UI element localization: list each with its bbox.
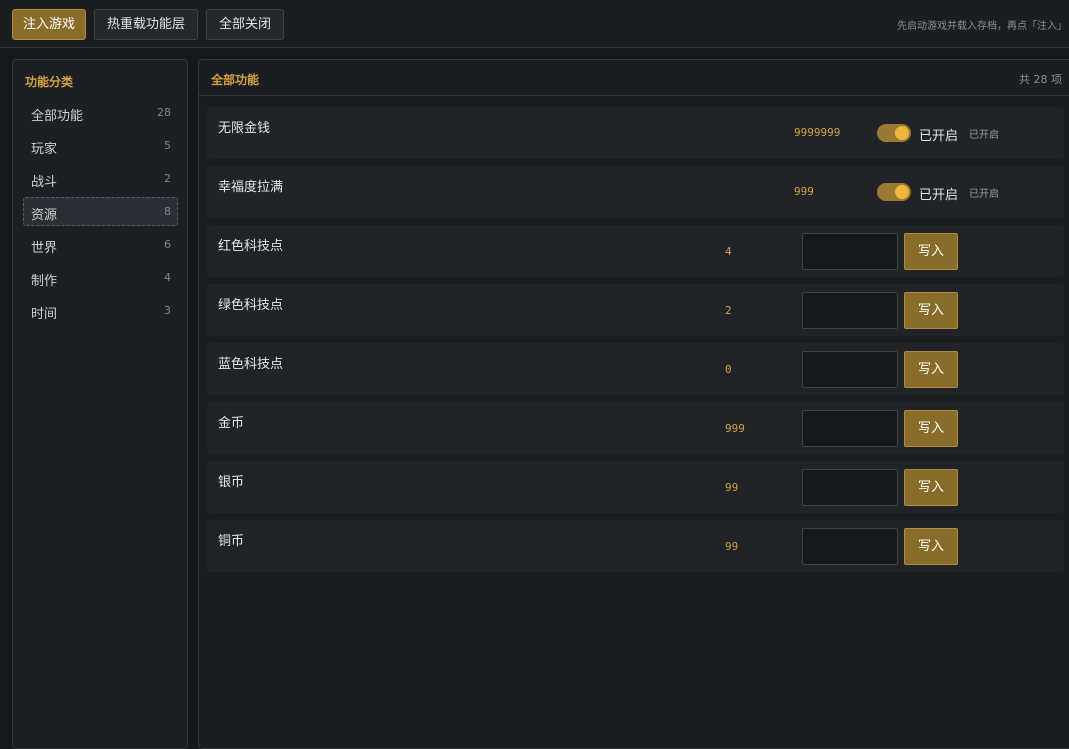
feature-row-green-tech: 绿色科技点 2 写入 xyxy=(207,284,1064,336)
write-button[interactable]: 写入 xyxy=(904,469,958,506)
feature-value: 99 xyxy=(725,540,739,553)
feature-name: 幸福度拉满 xyxy=(218,180,284,195)
sidebar-item-count: 3 xyxy=(164,304,171,317)
feature-row-red-tech: 红色科技点 4 写入 xyxy=(207,225,1064,277)
write-button[interactable]: 写入 xyxy=(904,292,958,329)
sidebar-item-resources[interactable]: 资源 8 xyxy=(23,197,178,226)
sidebar-item-world[interactable]: 世界 6 xyxy=(23,230,178,259)
value-input[interactable] xyxy=(802,469,898,506)
sidebar-item-label: 时间 xyxy=(31,307,58,322)
panel-title: 全部功能 xyxy=(211,73,260,87)
status-text: 已开启 xyxy=(969,130,999,141)
hot-reload-button[interactable]: 热重载功能层 xyxy=(94,9,198,40)
inject-game-button[interactable]: 注入游戏 xyxy=(12,9,86,40)
sidebar-item-all[interactable]: 全部功能 28 xyxy=(23,98,178,127)
value-input[interactable] xyxy=(802,292,898,329)
feature-row-blue-tech: 蓝色科技点 0 写入 xyxy=(207,343,1064,395)
toggle-knob xyxy=(895,126,909,140)
feature-name: 红色科技点 xyxy=(218,239,284,254)
sidebar-item-label: 制作 xyxy=(31,274,58,289)
feature-value: 4 xyxy=(725,245,732,258)
feature-value: 999 xyxy=(725,422,745,435)
feature-row-max-happiness: 幸福度拉满 999 已开启 已开启 xyxy=(207,166,1064,218)
value-input[interactable] xyxy=(802,233,898,270)
sidebar-item-time[interactable]: 时间 3 xyxy=(23,296,178,325)
close-all-button[interactable]: 全部关闭 xyxy=(206,9,284,40)
feature-row-gold: 金币 999 写入 xyxy=(207,402,1064,454)
status-text: 已开启 xyxy=(969,189,999,200)
feature-value: 9999999 xyxy=(794,126,841,139)
toolbar-hint: 先启动游戏并载入存档，再点「注入」 xyxy=(897,21,1067,32)
write-button[interactable]: 写入 xyxy=(904,410,958,447)
panel-header: 全部功能 共 28 项 xyxy=(199,60,1069,96)
toggle-knob xyxy=(895,185,909,199)
feature-toggle[interactable] xyxy=(877,183,911,201)
feature-name: 银币 xyxy=(218,475,245,490)
write-button[interactable]: 写入 xyxy=(904,351,958,388)
write-button[interactable]: 写入 xyxy=(904,528,958,565)
feature-toggle[interactable] xyxy=(877,124,911,142)
sidebar-item-count: 5 xyxy=(164,139,171,152)
feature-name: 金币 xyxy=(218,416,245,431)
toggle-label: 已开启 xyxy=(919,129,959,144)
sidebar-item-player[interactable]: 玩家 5 xyxy=(23,131,178,160)
feature-value: 0 xyxy=(725,363,732,376)
value-input[interactable] xyxy=(802,410,898,447)
feature-count: 共 28 项 xyxy=(1019,73,1062,86)
feature-value: 999 xyxy=(794,185,814,198)
value-input[interactable] xyxy=(802,351,898,388)
sidebar-item-crafting[interactable]: 制作 4 xyxy=(23,263,178,292)
top-toolbar: 注入游戏 热重载功能层 全部关闭 先启动游戏并载入存档，再点「注入」 xyxy=(0,0,1069,48)
sidebar-item-count: 8 xyxy=(164,205,171,218)
sidebar-item-count: 28 xyxy=(157,106,171,119)
sidebar-item-label: 资源 xyxy=(31,208,58,223)
feature-value: 2 xyxy=(725,304,732,317)
feature-row-infinite-money: 无限金钱 9999999 已开启 已开启 xyxy=(207,107,1064,159)
feature-name: 铜币 xyxy=(218,534,245,549)
feature-row-silver: 银币 99 写入 xyxy=(207,461,1064,513)
sidebar-item-count: 6 xyxy=(164,238,171,251)
sidebar-item-label: 玩家 xyxy=(31,142,58,157)
feature-name: 无限金钱 xyxy=(218,121,271,136)
sidebar-item-combat[interactable]: 战斗 2 xyxy=(23,164,178,193)
value-input[interactable] xyxy=(802,528,898,565)
sidebar-item-count: 4 xyxy=(164,271,171,284)
write-button[interactable]: 写入 xyxy=(904,233,958,270)
feature-panel: 全部功能 共 28 项 无限金钱 9999999 已开启 已开启 幸福度拉满 9… xyxy=(198,59,1069,749)
sidebar-item-label: 全部功能 xyxy=(31,109,84,124)
sidebar-item-count: 2 xyxy=(164,172,171,185)
toggle-label: 已开启 xyxy=(919,188,959,203)
sidebar-item-label: 战斗 xyxy=(31,175,58,190)
feature-name: 绿色科技点 xyxy=(218,298,284,313)
sidebar-item-label: 世界 xyxy=(31,241,58,256)
sidebar-title: 功能分类 xyxy=(25,75,74,89)
feature-name: 蓝色科技点 xyxy=(218,357,284,372)
category-sidebar: 功能分类 全部功能 28 玩家 5 战斗 2 资源 8 世界 6 制作 4 时间… xyxy=(12,59,188,749)
feature-row-copper: 铜币 99 写入 xyxy=(207,520,1064,572)
feature-value: 99 xyxy=(725,481,739,494)
